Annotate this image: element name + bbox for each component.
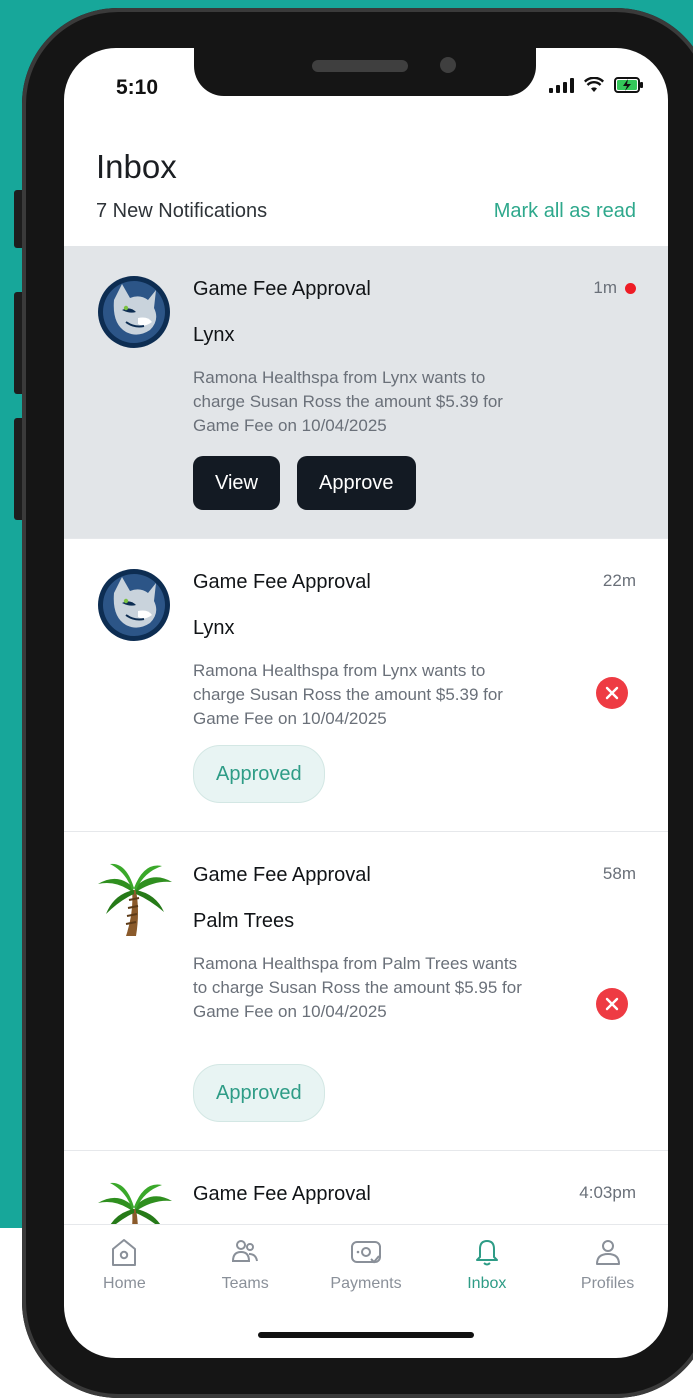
battery-icon bbox=[614, 77, 643, 93]
lynx-logo-icon bbox=[98, 569, 170, 641]
tab-label: Profiles bbox=[580, 1275, 635, 1292]
bottom-tab-bar: Home Teams Payments Inbox Profiles bbox=[64, 1224, 668, 1305]
notification-card[interactable]: Game Fee Approval Lynx Ramona Healthspa … bbox=[64, 539, 668, 832]
home-indicator[interactable] bbox=[258, 1332, 474, 1338]
close-icon bbox=[605, 686, 619, 700]
palm-tree-icon bbox=[98, 1182, 172, 1224]
close-icon bbox=[605, 997, 619, 1011]
tab-label: Home bbox=[103, 1275, 146, 1292]
time-label: 22m bbox=[602, 571, 636, 590]
page-title: Inbox bbox=[96, 148, 177, 185]
tab-teams[interactable]: Teams bbox=[185, 1225, 306, 1305]
signal-icon bbox=[549, 77, 574, 93]
bell-icon bbox=[475, 1240, 498, 1266]
home-icon bbox=[112, 1239, 137, 1266]
palm-tree-icon bbox=[98, 863, 172, 936]
reject-button[interactable] bbox=[596, 988, 628, 1020]
notification-list: Game Fee Approval Lynx Ramona Healthspa … bbox=[64, 246, 668, 1224]
payments-icon bbox=[350, 1241, 381, 1264]
notification-team: Lynx bbox=[193, 324, 235, 346]
notification-team: Palm Trees bbox=[193, 910, 295, 932]
notification-time: 58m bbox=[603, 864, 636, 884]
time-label: 58m bbox=[602, 864, 636, 883]
notification-card[interactable]: Game Fee Approval Palm Trees Ramona Heal… bbox=[64, 832, 668, 1151]
notification-card[interactable]: Game Fee Approval 4:03pm bbox=[64, 1151, 668, 1224]
profile-icon bbox=[595, 1240, 620, 1265]
notification-title: Game Fee Approval bbox=[193, 864, 371, 886]
lynx-logo-icon bbox=[98, 276, 170, 348]
speaker-grille bbox=[312, 60, 408, 72]
time-label: 4:03pm bbox=[579, 1183, 636, 1202]
notification-count: 7 New Notifications bbox=[96, 200, 268, 222]
wifi-icon bbox=[584, 77, 604, 92]
notification-body: Ramona Healthspa from Palm Trees wants t… bbox=[193, 954, 522, 1021]
notification-time: 1m bbox=[593, 278, 636, 298]
time-label: 1m bbox=[593, 278, 617, 297]
tab-label: Payments bbox=[330, 1275, 402, 1292]
front-camera bbox=[440, 57, 456, 73]
teams-icon bbox=[232, 1240, 259, 1262]
approve-button[interactable]: Approve bbox=[297, 456, 416, 510]
reject-button[interactable] bbox=[596, 677, 628, 709]
tab-profiles[interactable]: Profiles bbox=[547, 1225, 668, 1305]
notification-body: Ramona Healthspa from Lynx wants to char… bbox=[193, 368, 503, 435]
approved-status-badge: Approved bbox=[193, 745, 325, 803]
notification-card[interactable]: Game Fee Approval Lynx Ramona Healthspa … bbox=[64, 246, 668, 539]
notification-body: Ramona Healthspa from Lynx wants to char… bbox=[193, 661, 503, 728]
unread-dot-icon bbox=[625, 282, 636, 294]
status-icons bbox=[549, 76, 644, 94]
view-button[interactable]: View bbox=[193, 456, 280, 510]
notification-time: 4:03pm bbox=[579, 1183, 636, 1203]
phone-notch bbox=[194, 48, 536, 96]
tab-inbox[interactable]: Inbox bbox=[426, 1225, 547, 1305]
status-time: 5:10 bbox=[116, 76, 159, 99]
notification-title: Game Fee Approval bbox=[193, 1183, 371, 1205]
tab-payments[interactable]: Payments bbox=[306, 1225, 427, 1305]
action-buttons: View Approve bbox=[193, 456, 416, 510]
tab-home[interactable]: Home bbox=[64, 1225, 185, 1305]
notification-team: Lynx bbox=[193, 617, 235, 639]
notification-title: Game Fee Approval bbox=[193, 278, 371, 300]
mark-all-read-link[interactable]: Mark all as read bbox=[494, 200, 636, 223]
notification-title: Game Fee Approval bbox=[193, 571, 371, 593]
tab-label: Teams bbox=[221, 1275, 269, 1292]
app-screen: 5:10 Inbox 7 New Notifications Mark all … bbox=[64, 48, 668, 1358]
approved-status-badge: Approved bbox=[193, 1064, 325, 1122]
notification-time: 22m bbox=[603, 571, 636, 591]
tab-label: Inbox bbox=[467, 1275, 507, 1292]
